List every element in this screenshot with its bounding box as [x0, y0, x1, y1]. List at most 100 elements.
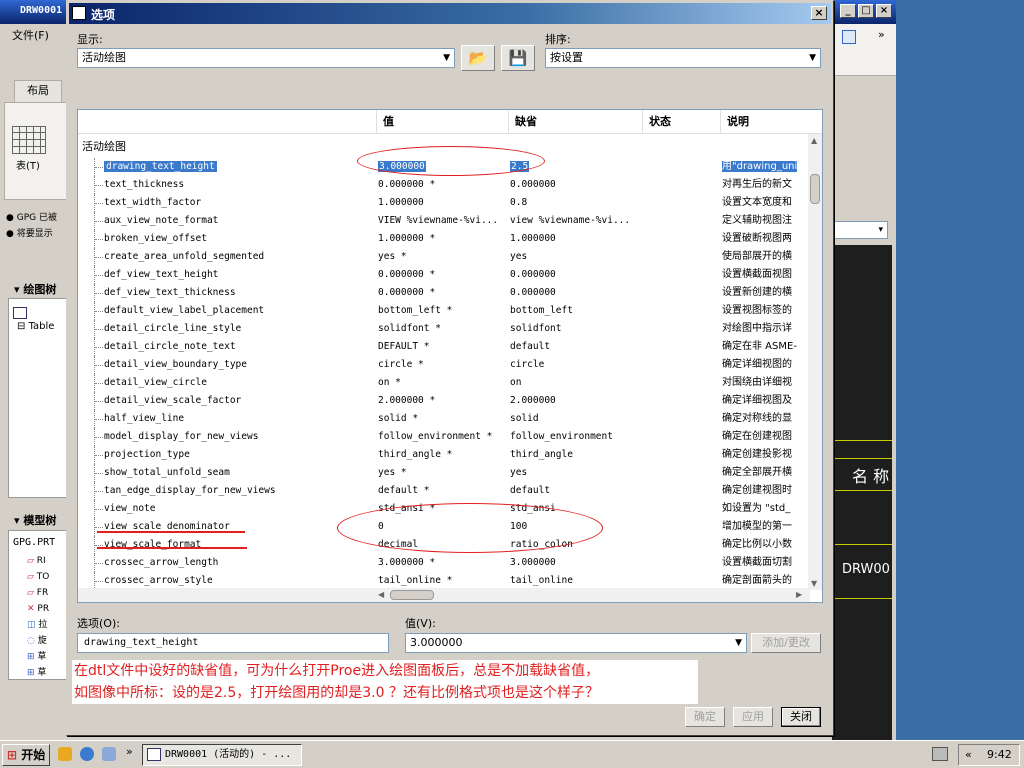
model-item[interactable]: ✕ PR: [27, 601, 49, 617]
open-folder-icon[interactable]: 📂: [461, 45, 495, 71]
drawing-canvas[interactable]: [832, 245, 892, 740]
option-value: yes *: [378, 251, 407, 262]
option-input[interactable]: drawing_text_height: [77, 633, 389, 653]
sort-label: 排序:: [545, 33, 571, 46]
table-row[interactable]: aux_view_note_format VIEW %viewname-%vi..…: [78, 212, 810, 230]
drawing-icon: [13, 307, 27, 319]
maximize-icon[interactable]: □: [858, 4, 874, 18]
table-row[interactable]: detail_view_circle on * on 对围绕由详细视: [78, 374, 810, 392]
tray-collapse-icon[interactable]: «: [965, 745, 972, 765]
tree-connector: [94, 320, 103, 338]
model-tree-title[interactable]: ▾ 模型树: [14, 512, 56, 528]
close-icon[interactable]: ×: [811, 6, 827, 20]
table-row[interactable]: crossec_arrow_length 3.000000 * 3.000000 设置…: [78, 554, 810, 572]
table-row[interactable]: tan_edge_display_for_new_views default * d…: [78, 482, 810, 500]
show-label: 显示:: [77, 33, 103, 46]
browser-icon[interactable]: [80, 747, 94, 761]
option-default: 0.000000: [510, 269, 556, 280]
explorer-icon[interactable]: [102, 747, 116, 761]
table-row[interactable]: def_view_text_thickness 0.000000 * 0.00000…: [78, 284, 810, 302]
table-row[interactable]: text_thickness 0.000000 * 0.000000 对再生后的新文: [78, 176, 810, 194]
model-item[interactable]: ⊞ 草: [27, 649, 49, 665]
table-row[interactable]: projection_type third_angle * third_angle 确…: [78, 446, 810, 464]
horizontal-scroll-thumb[interactable]: [390, 590, 434, 600]
table-row[interactable]: show_total_unfold_seam yes * yes 确定全部展开横: [78, 464, 810, 482]
table-icon[interactable]: [12, 126, 46, 154]
table-row[interactable]: detail_circle_note_text DEFAULT * default 确…: [78, 338, 810, 356]
tree-connector: [94, 464, 103, 482]
dialog-app-icon: [72, 6, 86, 20]
option-description: 设置文本宽度和: [722, 197, 792, 208]
start-button[interactable]: ⊞ 开始: [2, 744, 50, 766]
table-row[interactable]: half_view_line solid * solid 确定对称线的显: [78, 410, 810, 428]
table-row[interactable]: detail_view_boundary_type circle * circle 确…: [78, 356, 810, 374]
table-row[interactable]: detail_circle_line_style solidfont * solid…: [78, 320, 810, 338]
scroll-down-icon[interactable]: ▼: [811, 579, 817, 588]
annotation-underline-1: [97, 531, 245, 533]
add-change-button[interactable]: 添加/更改: [751, 633, 821, 653]
scroll-right-icon[interactable]: ▶: [796, 590, 802, 599]
option-value: solidfont *: [378, 323, 441, 334]
option-name: create_area_unfold_segmented: [104, 251, 265, 262]
option-value: circle *: [378, 359, 424, 370]
column-header-status[interactable]: 状态: [642, 110, 720, 134]
table-row[interactable]: def_view_text_height 0.000000 * 0.000000 设置…: [78, 266, 810, 284]
vertical-scroll-thumb[interactable]: [810, 174, 820, 204]
column-header-default[interactable]: 缺省: [508, 110, 642, 134]
horizontal-scrollbar[interactable]: ◀ ▶: [78, 588, 810, 602]
option-description: 设置视图标签的: [722, 305, 792, 316]
column-header-value[interactable]: 值: [376, 110, 508, 134]
table-row[interactable]: detail_view_scale_factor 2.000000 * 2.0000…: [78, 392, 810, 410]
model-item[interactable]: ◌ 旋: [27, 633, 49, 649]
scroll-left-icon[interactable]: ◀: [378, 590, 384, 599]
close-button[interactable]: 关闭: [781, 707, 821, 727]
model-item[interactable]: ◫ 拉: [27, 617, 49, 633]
window-icon: [147, 748, 161, 761]
background-window-buttons: _ □ ×: [840, 4, 892, 18]
table-row[interactable]: default_view_label_placement bottom_left …: [78, 302, 810, 320]
sort-select[interactable]: 按设置 ▼: [545, 48, 821, 68]
option-name: model_display_for_new_views: [104, 431, 259, 442]
option-name: show_total_unfold_seam: [104, 467, 230, 478]
save-config-icon[interactable]: 💾: [501, 45, 535, 71]
keyboard-icon[interactable]: [932, 747, 948, 761]
value-select[interactable]: 3.000000 ▼: [405, 633, 747, 653]
scroll-up-icon[interactable]: ▲: [811, 136, 817, 145]
option-description: 设置破断视图两: [722, 233, 792, 244]
column-header-name[interactable]: [78, 110, 376, 134]
show-select[interactable]: 活动绘图 ▼: [77, 48, 455, 68]
tab-layout[interactable]: 布局: [14, 80, 62, 102]
dialog-titlebar[interactable]: 选项 ×: [69, 3, 831, 24]
more-icon[interactable]: »: [126, 745, 133, 758]
ok-button[interactable]: 确定: [685, 707, 725, 727]
minimize-icon[interactable]: _: [840, 4, 856, 18]
option-value: yes *: [378, 467, 407, 478]
model-item[interactable]: ▱ TO: [27, 569, 49, 585]
right-combo[interactable]: ▾: [832, 221, 888, 239]
vertical-scrollbar[interactable]: ▲ ▼: [808, 134, 822, 590]
apply-button[interactable]: 应用: [733, 707, 773, 727]
option-name: detail_view_boundary_type: [104, 359, 247, 370]
ie-icon[interactable]: [58, 747, 72, 761]
table-row[interactable]: model_display_for_new_views follow_enviro…: [78, 428, 810, 446]
column-header-desc[interactable]: 说明: [720, 110, 822, 134]
model-item[interactable]: ▱ RI: [27, 553, 49, 569]
model-item[interactable]: ⊞ 草: [27, 665, 49, 681]
model-root[interactable]: GPG.PRT: [13, 537, 55, 548]
right-tool-icon[interactable]: [842, 30, 856, 44]
table-row[interactable]: text_width_factor 1.000000 0.8 设置文本宽度和: [78, 194, 810, 212]
more-icon[interactable]: »: [878, 28, 885, 41]
model-item[interactable]: ▱ FR: [27, 585, 49, 601]
model-tree-items[interactable]: ▱ RI ▱ TO ▱ FR ✕ PR ◫ 拉 ◌ 旋 ⊞ 草 ⊞ 草: [27, 553, 49, 681]
tree-item-table[interactable]: ⊟ Table: [17, 321, 54, 332]
task-drw0001[interactable]: DRW0001 (活动的) - ...: [142, 744, 302, 766]
option-name: detail_circle_line_style: [104, 323, 242, 334]
tree-connector: [94, 446, 103, 464]
close-icon[interactable]: ×: [876, 4, 892, 18]
table-row[interactable]: broken_view_offset 1.000000 * 1.000000 设置破断…: [78, 230, 810, 248]
menu-file[interactable]: 文件(F): [12, 27, 49, 43]
tree-connector: [94, 230, 103, 248]
option-default: third_angle: [510, 449, 573, 460]
drawing-tree-title[interactable]: ▾ 绘图树: [14, 281, 56, 297]
table-row[interactable]: create_area_unfold_segmented yes * yes 使局部展…: [78, 248, 810, 266]
